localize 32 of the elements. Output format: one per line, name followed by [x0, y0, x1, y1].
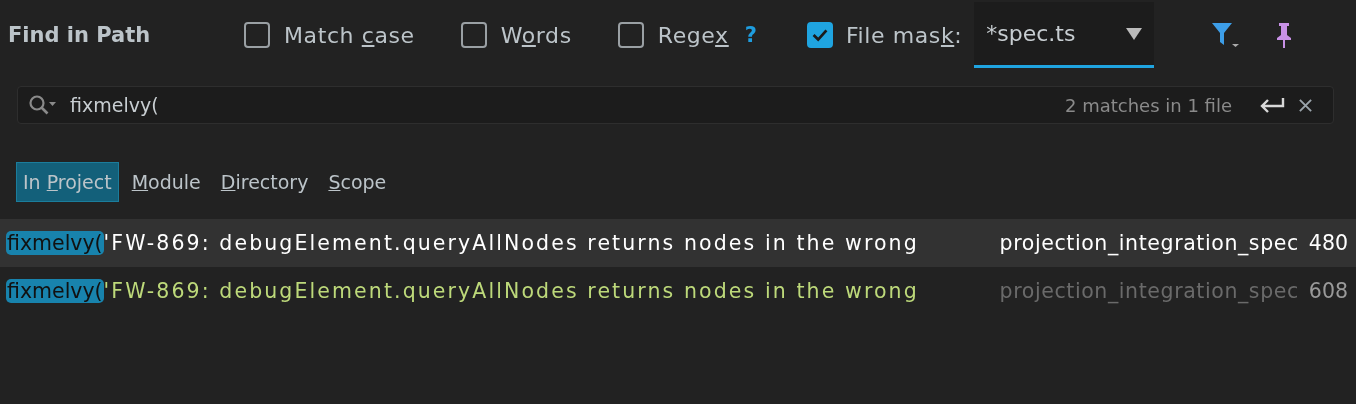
- checkbox[interactable]: [244, 22, 270, 48]
- help-link[interactable]: ?: [744, 23, 757, 47]
- file-mask-combo[interactable]: *spec.ts: [974, 2, 1155, 68]
- scope-tab[interactable]: Directory: [213, 162, 316, 202]
- match-highlight: fixmelvy(: [6, 231, 104, 255]
- scope-tab[interactable]: Scope: [321, 162, 394, 202]
- checkbox[interactable]: [460, 22, 487, 48]
- checkbox-label[interactable]: Regex: [657, 22, 729, 48]
- search-icon: [28, 94, 58, 116]
- result-row[interactable]: fixmelvy('FW-869: debugElement.queryAllNodes returns nodes in the wrong projection_integration_spec 608: [0, 267, 1356, 315]
- checkbox-label[interactable]: Words: [500, 22, 572, 48]
- close-icon[interactable]: [1298, 97, 1313, 113]
- line-number: 480: [1308, 231, 1348, 255]
- match-highlight: fixmelvy(: [6, 279, 104, 303]
- checkbox-label[interactable]: File mask:: [845, 22, 963, 48]
- line-number: 608: [1308, 279, 1348, 303]
- checkbox[interactable]: [806, 22, 833, 48]
- result-row[interactable]: fixmelvy('FW-869: debugElement.queryAllNodes returns nodes in the wrong projection_integration_spec 480: [0, 219, 1356, 267]
- scope-tab[interactable]: Module: [124, 162, 208, 202]
- checkbox[interactable]: [617, 22, 644, 48]
- result-text: 'FW-869: debugElement.queryAllNodes returns nodes in the wrong: [103, 279, 920, 303]
- filter-icon[interactable]: [1210, 20, 1241, 50]
- result-text: 'FW-869: debugElement.queryAllNodes returns nodes in the wrong: [103, 231, 920, 255]
- checkbox-label[interactable]: Match case: [284, 22, 415, 48]
- file-name: projection_integration_spec: [999, 279, 1299, 303]
- enter-icon[interactable]: [1258, 96, 1286, 114]
- match-count: 2 matches in 1 file: [1065, 94, 1232, 116]
- caret-icon: [1126, 27, 1143, 40]
- file-name: projection_integration_spec: [999, 231, 1299, 255]
- scope-tab[interactable]: In Project: [16, 162, 119, 202]
- dialog-title: Find in Path: [8, 23, 152, 47]
- search-field[interactable]: fixmelvy( 2 matches in 1 file: [17, 86, 1334, 124]
